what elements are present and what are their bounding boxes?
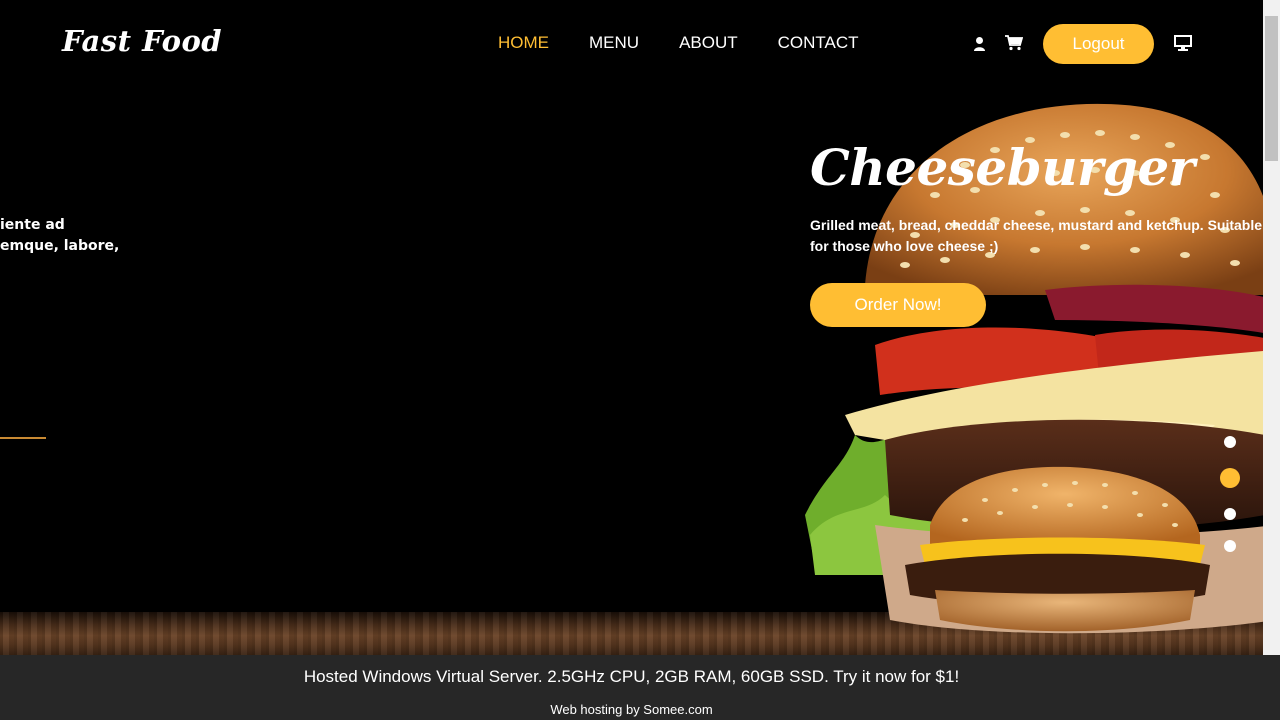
- hosting-credit-link[interactable]: Web hosting by Somee.com: [0, 702, 1263, 717]
- brand-logo[interactable]: Fast Food: [62, 24, 222, 58]
- nav-menu-link[interactable]: MENU: [589, 33, 639, 53]
- user-icon[interactable]: [972, 36, 987, 52]
- hosting-banner: Hosted Windows Virtual Server. 2.5GHz CP…: [0, 655, 1280, 720]
- hero-section: iente ad emque, labore, Cheeseburger Gri…: [0, 0, 1263, 655]
- slide-description: Grilled meat, bread, cheddar cheese, mus…: [810, 217, 1263, 254]
- carousel-indicator-1[interactable]: [1224, 436, 1236, 448]
- nav-home[interactable]: HOME: [498, 33, 549, 53]
- nav-contact[interactable]: CONTACT: [778, 33, 859, 53]
- carousel-indicator-3[interactable]: [1224, 508, 1236, 520]
- navbar: Fast Food HOME MENU ABOUT CONTACT Logout: [0, 0, 1263, 88]
- carousel-indicator-2-active[interactable]: [1220, 468, 1240, 488]
- slide-title: Cheeseburger: [810, 138, 1195, 197]
- shopping-cart-icon[interactable]: [1005, 35, 1023, 51]
- hosting-ad-link[interactable]: Hosted Windows Virtual Server. 2.5GHz CP…: [0, 667, 1263, 687]
- order-now-button[interactable]: Order Now!: [810, 283, 986, 327]
- carousel-indicator-4[interactable]: [1224, 540, 1236, 552]
- nav-about[interactable]: ABOUT: [679, 33, 738, 53]
- active-slide: Cheeseburger Grilled meat, bread, chedda…: [0, 0, 1263, 655]
- scrollbar-thumb[interactable]: [1265, 16, 1278, 161]
- monitor-icon[interactable]: [1174, 35, 1192, 51]
- nav-menu: HOME MENU ABOUT CONTACT: [498, 33, 859, 53]
- logout-button[interactable]: Logout: [1043, 24, 1154, 64]
